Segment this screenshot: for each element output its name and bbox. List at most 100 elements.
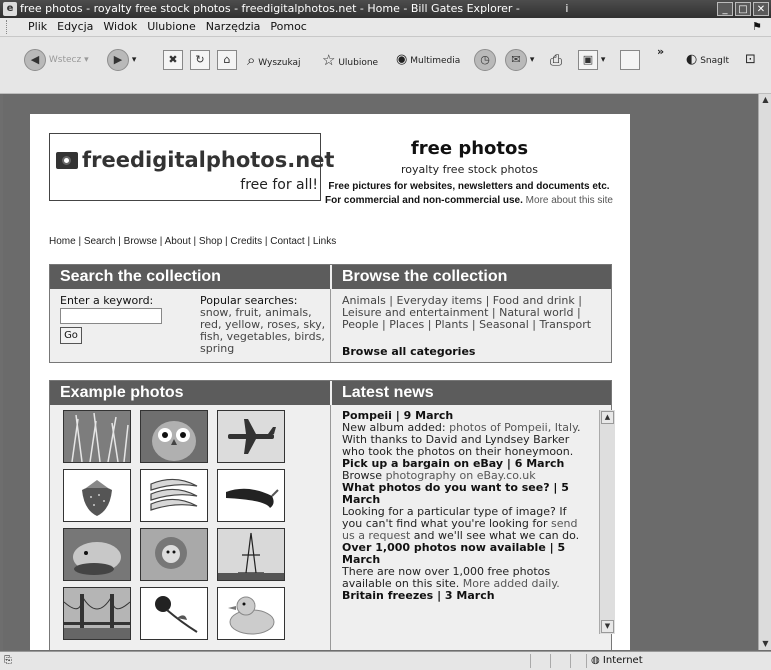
- browse-all-link[interactable]: Browse all categories: [342, 345, 475, 358]
- site-description: Free pictures for websites, newsletters …: [323, 180, 615, 208]
- examples-news-panel: Example photos Latest news Pompeii | 9 M…: [49, 380, 615, 650]
- news-heading: What photos do you want to see? | 5 Marc…: [342, 481, 569, 506]
- news-heading: Over 1,000 photos now available | 5 Marc…: [342, 541, 566, 566]
- category-links[interactable]: Animals | Everyday items | Food and drin…: [342, 295, 600, 331]
- window-icon: ⊡: [745, 52, 756, 67]
- logo-tagline: free for all!: [240, 177, 318, 193]
- web-page: freedigitalphotos.net free for all! free…: [30, 114, 630, 650]
- search-icon: ⌕: [247, 51, 256, 69]
- thumb-strawberry[interactable]: [63, 469, 131, 522]
- stop-icon: ✖: [163, 49, 183, 70]
- news-item: Pompeii | 9 March New album added: photo…: [342, 410, 588, 458]
- back-button[interactable]: ◀ Wstecz ▾: [24, 47, 89, 73]
- keyword-input[interactable]: [60, 308, 162, 324]
- panel-divider-2: [330, 405, 331, 650]
- search-header: Search the collection: [50, 265, 330, 289]
- thumb-bananas[interactable]: [140, 469, 208, 522]
- snagit-window-button[interactable]: ⊡: [745, 47, 756, 73]
- description-line-1: Free pictures for websites, newsletters …: [328, 181, 610, 192]
- more-about-link[interactable]: More about this site: [526, 195, 613, 206]
- thumb-hamster[interactable]: [63, 528, 131, 581]
- search-button[interactable]: ⌕ Wyszukaj: [247, 47, 301, 73]
- title-bar: e free photos - royalty free stock photo…: [0, 0, 771, 18]
- menu-file[interactable]: Plik: [23, 18, 52, 36]
- news-header: Latest news: [332, 381, 611, 405]
- forward-arrow-icon: ▶: [107, 48, 129, 71]
- status-cell: [570, 654, 571, 668]
- toolbar-chevron[interactable]: »: [657, 39, 664, 65]
- status-cell: [530, 654, 531, 668]
- thumb-eiffel-tower[interactable]: [217, 528, 285, 581]
- panel-divider: [330, 289, 331, 362]
- thumb-grass[interactable]: [63, 410, 131, 463]
- go-button[interactable]: Go: [60, 327, 82, 344]
- print-icon: ⎙: [550, 51, 563, 69]
- site-logo[interactable]: freedigitalphotos.net free for all!: [49, 133, 334, 201]
- news-item: Britain freezes | 3 March: [342, 590, 588, 602]
- ie-icon[interactable]: e: [3, 2, 17, 16]
- news-heading: Britain freezes | 3 March: [342, 589, 495, 602]
- print-button[interactable]: ⎙: [550, 47, 562, 73]
- discuss-button[interactable]: [620, 47, 640, 73]
- thumb-chili-pepper[interactable]: [217, 469, 285, 522]
- news-item: What photos do you want to see? | 5 Marc…: [342, 482, 588, 542]
- forward-button[interactable]: ▶ ▾: [107, 47, 136, 73]
- status-cell: [550, 654, 551, 668]
- camera-icon: [56, 152, 78, 169]
- home-button[interactable]: ⌂: [217, 47, 237, 73]
- maximize-button[interactable]: □: [735, 2, 751, 16]
- description-line-2: For commercial and non-commercial use. M…: [325, 195, 613, 206]
- refresh-button[interactable]: ↻: [190, 47, 210, 73]
- thumb-golden-gate-bridge[interactable]: [63, 587, 131, 640]
- menu-view[interactable]: Widok: [98, 18, 142, 36]
- snagit-button[interactable]: ◐ SnagIt: [686, 47, 729, 73]
- refresh-icon: ↻: [190, 49, 210, 70]
- mail-button[interactable]: ✉ ▾: [505, 47, 534, 73]
- menu-bar: Plik Edycja Widok Ulubione Narzędzia Pomoc ⚑: [0, 18, 771, 37]
- home-icon: ⌂: [217, 49, 237, 70]
- thumb-rose[interactable]: [140, 587, 208, 640]
- thumb-lion[interactable]: [140, 528, 208, 581]
- menu-help[interactable]: Pomoc: [265, 18, 311, 36]
- browser-viewport: freedigitalphotos.net free for all! free…: [3, 94, 758, 650]
- window-title: free photos - royalty free stock photos …: [20, 2, 569, 15]
- popular-terms[interactable]: snow, fruit, animals, red, yellow, roses…: [200, 307, 326, 355]
- menu-grip[interactable]: [6, 20, 20, 34]
- media-button[interactable]: ◉ Multimedia: [396, 47, 460, 73]
- windows-logo-icon: ⚑: [752, 20, 762, 33]
- menu-tools[interactable]: Narzędzia: [201, 18, 266, 36]
- page-subtitle: royalty free stock photos: [401, 163, 538, 176]
- page-scrollbar[interactable]: ▲ ▼: [758, 94, 771, 650]
- page-status-icon: ⎘: [4, 655, 12, 666]
- stop-button[interactable]: ✖: [163, 47, 183, 73]
- edit-button[interactable]: ▣ ▾: [578, 47, 605, 73]
- media-icon: ◉: [396, 52, 408, 67]
- menu-edit[interactable]: Edycja: [52, 18, 98, 36]
- scroll-up-icon[interactable]: ▲: [759, 94, 771, 106]
- page-title: free photos: [410, 138, 529, 159]
- back-arrow-icon: ◀: [24, 48, 46, 71]
- site-nav[interactable]: Home | Search | Browse | About | Shop | …: [49, 236, 336, 247]
- news-item: Over 1,000 photos now available | 5 Marc…: [342, 542, 588, 590]
- scroll-down-icon[interactable]: ▼: [759, 638, 771, 650]
- keyword-label: Enter a keyword:: [60, 294, 154, 307]
- toolbar: ◀ Wstecz ▾ ▶ ▾ ✖ ↻ ⌂ ⌕ Wyszukaj ☆ Ulubio…: [0, 37, 771, 94]
- thumb-owl[interactable]: [140, 410, 208, 463]
- thumb-airplane[interactable]: [217, 410, 285, 463]
- history-icon: ◷: [474, 48, 496, 71]
- close-button[interactable]: ✕: [753, 2, 769, 16]
- search-browse-panel: Search the collection Browse the collect…: [49, 264, 612, 363]
- thumb-rubber-duck[interactable]: [217, 587, 285, 640]
- history-button[interactable]: ◷: [474, 47, 496, 73]
- minimize-button[interactable]: _: [717, 2, 733, 16]
- scroll-up-icon[interactable]: ▲: [601, 411, 614, 424]
- news-scrollbar[interactable]: ▲ ▼: [599, 410, 615, 634]
- news-item: Pick up a bargain on eBay | 6 March Brow…: [342, 458, 588, 482]
- status-bar: ⎘ ◍ Internet: [0, 651, 771, 670]
- scroll-down-icon[interactable]: ▼: [601, 620, 614, 633]
- favorites-button[interactable]: ☆ Ulubione: [322, 47, 378, 73]
- star-icon: ☆: [322, 51, 336, 69]
- edit-icon: ▣: [578, 49, 598, 70]
- mail-icon: ✉: [505, 48, 527, 71]
- menu-favorites[interactable]: Ulubione: [142, 18, 201, 36]
